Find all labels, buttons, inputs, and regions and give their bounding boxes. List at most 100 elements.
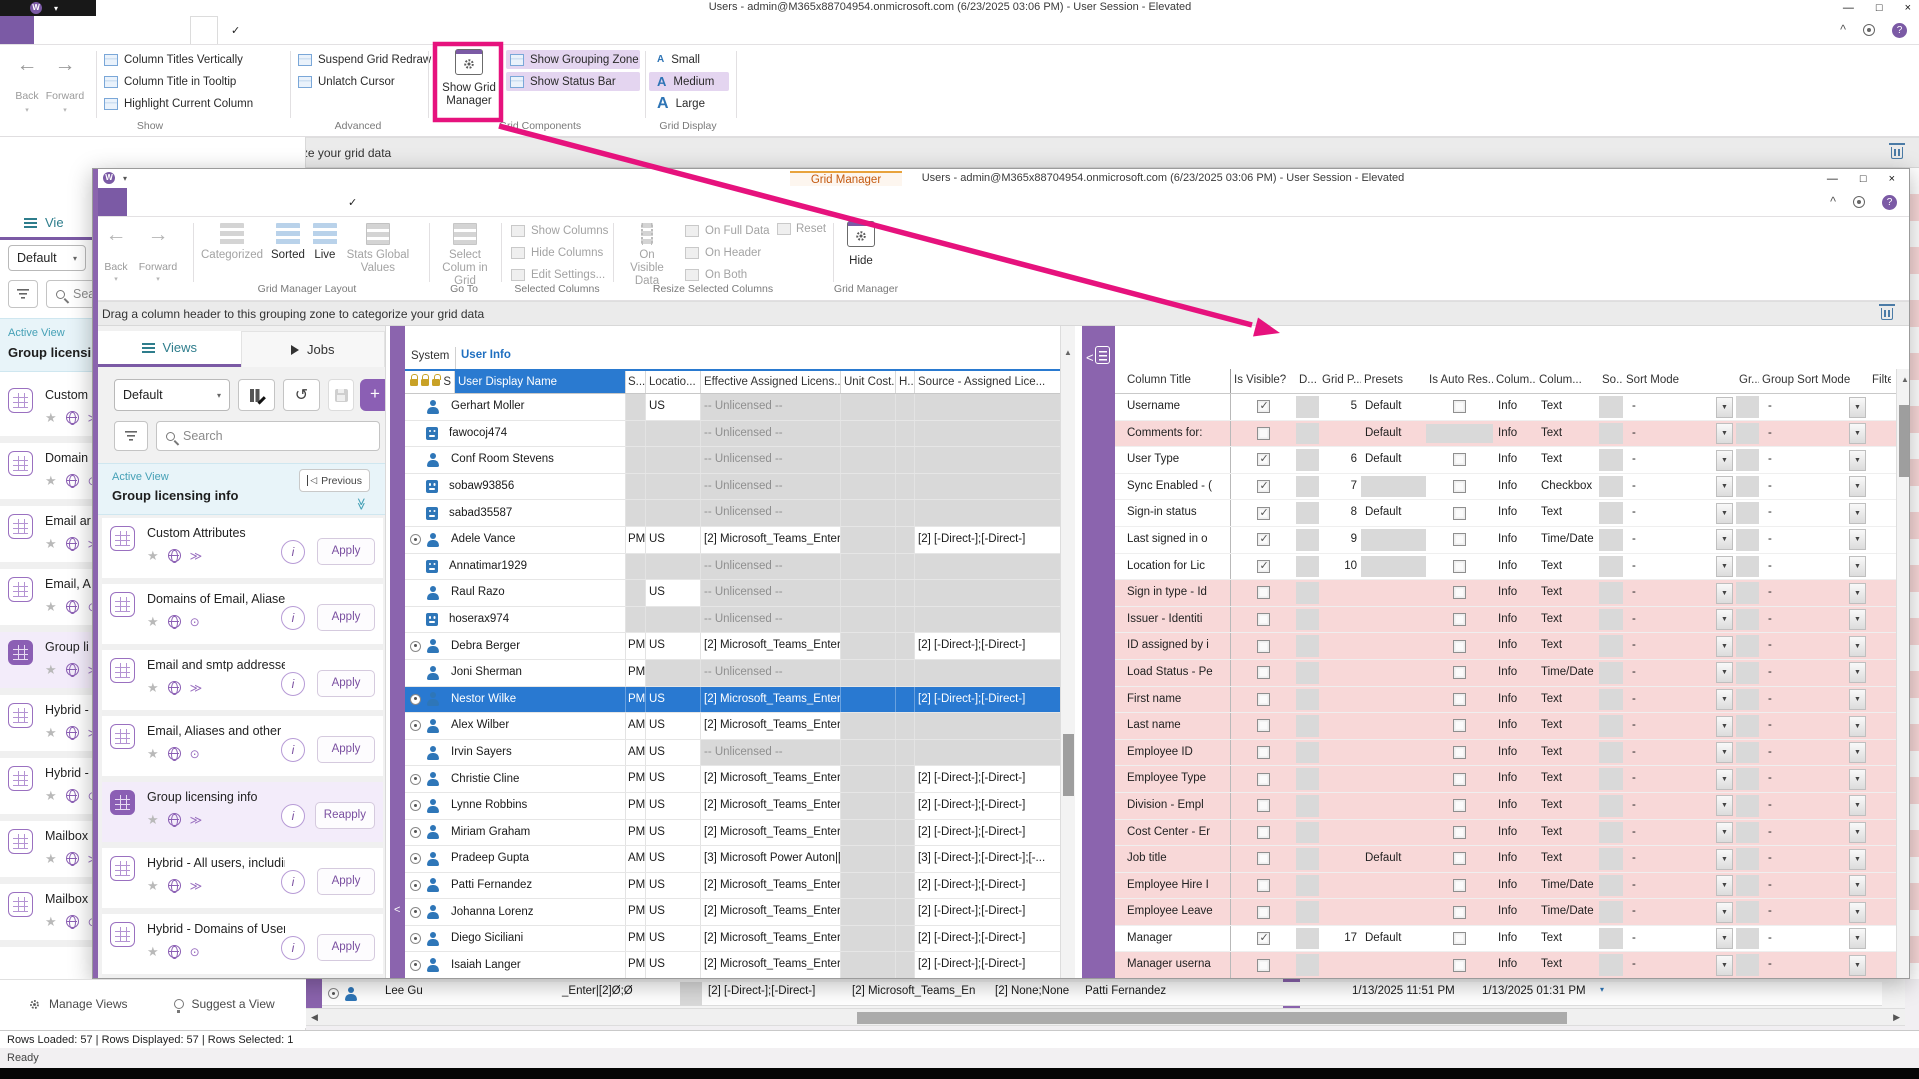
edit-columns-button[interactable] — [238, 379, 275, 411]
maximize-button[interactable]: □ — [1860, 173, 1867, 185]
group-sort-mode-dropdown[interactable]: ▼ — [1849, 636, 1866, 657]
auto-resize-checkbox[interactable] — [1453, 453, 1466, 466]
ribbon-tab[interactable] — [335, 188, 370, 216]
view-card[interactable]: Email and smtp addresses★≫iApply — [102, 650, 383, 716]
table-row[interactable]: Joni ShermanPM-- Unlicensed -- — [405, 660, 1060, 687]
sort-mode-dropdown[interactable]: ▼ — [1716, 529, 1733, 550]
group-system[interactable]: System — [411, 350, 449, 362]
back-button[interactable]: ← — [103, 223, 129, 247]
is-visible-checkbox[interactable] — [1257, 586, 1270, 599]
ribbon-tab[interactable] — [190, 16, 218, 44]
view-card[interactable]: Hybrid - Domains of Username an...★⊙iApp… — [102, 914, 383, 979]
table-row[interactable]: Annatimar1929-- Unlicensed -- — [405, 554, 1060, 581]
column-header-user-display-name[interactable]: User Display Name — [455, 371, 626, 393]
vertical-scrollbar[interactable]: ▲ — [1896, 369, 1910, 979]
sort-mode-dropdown[interactable]: ▼ — [1716, 476, 1733, 497]
scrollbar-thumb[interactable] — [1899, 405, 1910, 477]
table-row[interactable]: Irvin SayersAMUS-- Unlicensed -- — [405, 740, 1060, 767]
group-sort-mode-dropdown[interactable]: ▼ — [1849, 476, 1866, 497]
column-config-row[interactable]: Cost Center - ErInfoText-▼-▼ — [1115, 820, 1896, 847]
is-visible-checkbox[interactable] — [1257, 480, 1270, 493]
apply-button[interactable]: Reapply — [315, 802, 375, 829]
group-sort-mode-dropdown[interactable]: ▼ — [1849, 955, 1866, 976]
info-button[interactable]: i — [281, 606, 305, 630]
apply-button[interactable]: Apply — [317, 736, 375, 763]
column-config-row[interactable]: Sign-in status8DefaultInfoText-▼-▼ — [1115, 500, 1896, 527]
is-visible-checkbox[interactable] — [1257, 613, 1270, 626]
ribbon-button[interactable]: Hide Columns — [507, 243, 612, 262]
star-icon[interactable]: ★ — [45, 789, 57, 802]
close-button[interactable]: × — [1889, 173, 1895, 185]
ribbon-tab[interactable] — [257, 188, 283, 216]
forward-caret-icon[interactable]: ▾ — [156, 275, 160, 283]
star-icon[interactable]: ★ — [45, 852, 57, 865]
column-config-row[interactable]: Manager usernaInfoText-▼-▼ — [1115, 952, 1896, 979]
is-visible-checkbox[interactable] — [1257, 932, 1270, 945]
table-row[interactable]: Patti FernandezPMUS[2] Microsoft_Teams_E… — [405, 873, 1060, 900]
ribbon-tab[interactable] — [253, 16, 279, 44]
is-visible-checkbox[interactable] — [1257, 799, 1270, 812]
minimize-button[interactable]: — — [1843, 2, 1854, 14]
star-icon[interactable]: ★ — [147, 615, 159, 628]
group-sort-mode-dropdown[interactable]: ▼ — [1849, 503, 1866, 524]
auto-resize-checkbox[interactable] — [1453, 400, 1466, 413]
locked-columns-header[interactable]: S — [405, 371, 455, 393]
is-visible-checkbox[interactable] — [1257, 852, 1270, 865]
sort-mode-dropdown[interactable]: ▼ — [1716, 689, 1733, 710]
collapse-ribbon-icon[interactable]: ^ — [1830, 195, 1836, 209]
sort-mode-dropdown[interactable]: ▼ — [1716, 556, 1733, 577]
column-header[interactable]: Is Auto Res... — [1426, 369, 1493, 393]
auto-resize-checkbox[interactable] — [1453, 879, 1466, 892]
sort-mode-dropdown[interactable]: ▼ — [1716, 662, 1733, 683]
ribbon-button[interactable]: Column Titles Vertically — [100, 50, 257, 69]
table-row[interactable]: Lynne RobbinsPMUS[2] Microsoft_Teams_Ent… — [405, 793, 1060, 820]
outer-filter-button[interactable] — [8, 280, 38, 308]
ribbon-tab[interactable] — [309, 188, 335, 216]
group-sort-mode-dropdown[interactable]: ▼ — [1849, 822, 1866, 843]
search-input[interactable]: Search — [156, 421, 380, 451]
column-config-row[interactable]: User Type6DefaultInfoText-▼-▼ — [1115, 447, 1896, 474]
table-row[interactable]: Debra BergerPMUS[2] Microsoft_Teams_Ente… — [405, 633, 1060, 660]
column-config-row[interactable]: Job titleDefaultInfoText-▼-▼ — [1115, 846, 1896, 873]
info-button[interactable]: i — [281, 804, 305, 828]
is-visible-checkbox[interactable] — [1257, 773, 1270, 786]
sort-mode-dropdown[interactable]: ▼ — [1716, 902, 1733, 923]
sort-mode-dropdown[interactable]: ▼ — [1716, 795, 1733, 816]
group-sort-mode-dropdown[interactable]: ▼ — [1849, 609, 1866, 630]
column-config-row[interactable]: First nameInfoText-▼-▼ — [1115, 687, 1896, 714]
is-visible-checkbox[interactable] — [1257, 427, 1270, 440]
ribbon-tab[interactable] — [60, 16, 86, 44]
star-icon[interactable]: ★ — [45, 663, 57, 676]
column-config-row[interactable]: Manager17DefaultInfoText-▼-▼ — [1115, 926, 1896, 953]
sort-mode-dropdown[interactable]: ▼ — [1716, 875, 1733, 896]
scrollbar-thumb[interactable] — [1063, 734, 1074, 796]
column-config-row[interactable]: Location for Lic10InfoText-▼-▼ — [1115, 554, 1896, 581]
is-visible-checkbox[interactable] — [1257, 746, 1270, 759]
column-config-row[interactable]: Division - EmplInfoText-▼-▼ — [1115, 793, 1896, 820]
group-sort-mode-dropdown[interactable]: ▼ — [1849, 662, 1866, 683]
group-sort-mode-dropdown[interactable]: ▼ — [1849, 928, 1866, 949]
column-config-row[interactable]: Last nameInfoText-▼-▼ — [1115, 713, 1896, 740]
ribbon-tab[interactable] — [205, 188, 231, 216]
group-sort-mode-dropdown[interactable]: ▼ — [1849, 769, 1866, 790]
star-icon[interactable]: ★ — [45, 726, 57, 739]
table-row[interactable]: Adele VancePMUS[2] Microsoft_Teams_Enter… — [405, 527, 1060, 554]
sort-mode-dropdown[interactable]: ▼ — [1716, 503, 1733, 524]
column-header[interactable]: Effective Assigned Licens... — [701, 371, 841, 393]
apply-button[interactable]: Apply — [317, 670, 375, 697]
column-config-row[interactable]: Sync Enabled - (7InfoCheckbox-▼-▼ — [1115, 474, 1896, 501]
quick-access-caret-icon[interactable]: ▾ — [54, 4, 58, 13]
suggest-view-button[interactable]: Suggest a View — [174, 997, 275, 1011]
undo-button[interactable]: ↺ — [283, 379, 320, 411]
group-sort-mode-dropdown[interactable]: ▼ — [1849, 689, 1866, 710]
back-button[interactable]: ← — [14, 53, 40, 77]
app-logo-icon[interactable]: W — [30, 2, 42, 14]
auto-resize-checkbox[interactable] — [1453, 719, 1466, 732]
auto-resize-checkbox[interactable] — [1453, 959, 1466, 972]
auto-resize-checkbox[interactable] — [1453, 560, 1466, 573]
font-size-option[interactable]: ALarge — [649, 94, 729, 113]
table-row[interactable]: sabad35587-- Unlicensed -- — [405, 500, 1060, 527]
ribbon-button[interactable]: Unlatch Cursor — [294, 72, 435, 91]
tab-views[interactable]: Views — [98, 331, 241, 367]
column-header[interactable]: So... — [1599, 369, 1623, 393]
